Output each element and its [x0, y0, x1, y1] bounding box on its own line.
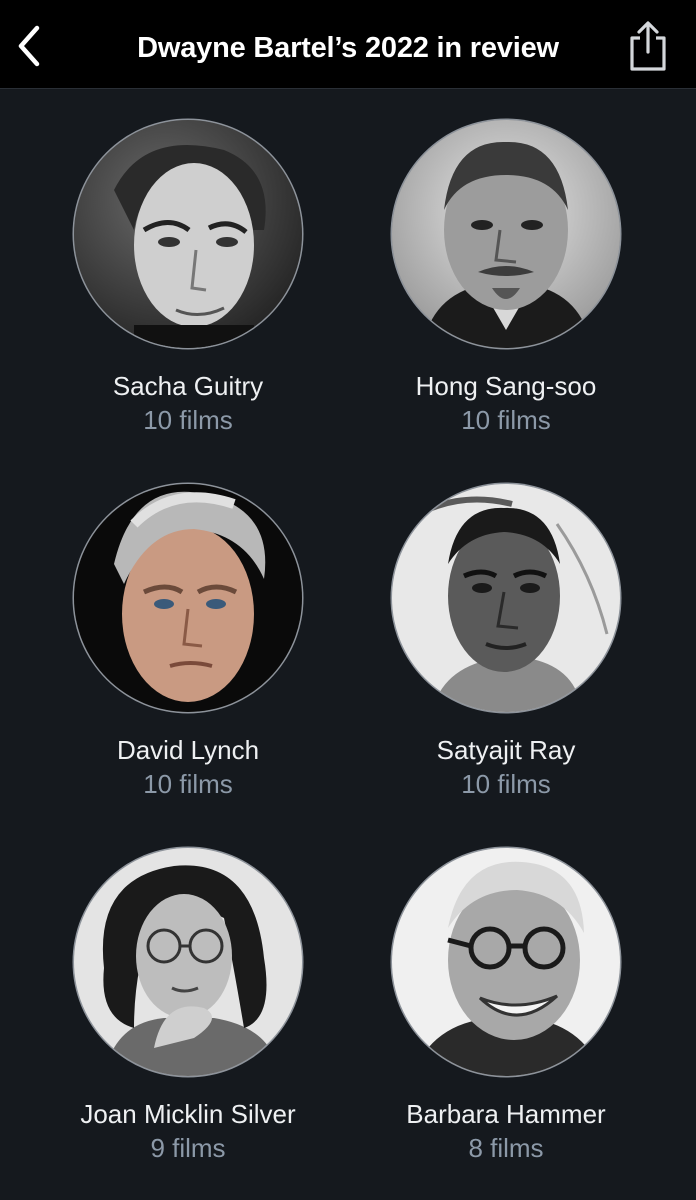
- director-name[interactable]: Joan Micklin Silver: [28, 1098, 348, 1130]
- director-photo[interactable]: [392, 484, 620, 712]
- director-photo[interactable]: [392, 120, 620, 348]
- film-count: 8 films: [468, 1133, 544, 1163]
- director-name[interactable]: Hong Sang-soo: [346, 370, 666, 402]
- film-count: 10 films: [143, 405, 233, 435]
- share-icon: [630, 21, 666, 71]
- director-photo[interactable]: [74, 120, 302, 348]
- film-count: 10 films: [143, 769, 233, 799]
- director-name[interactable]: Barbara Hammer: [346, 1098, 666, 1130]
- film-count: 9 films: [150, 1133, 226, 1163]
- director-name[interactable]: David Lynch: [28, 734, 348, 766]
- director-photo[interactable]: [74, 484, 302, 712]
- film-count: 10 films: [461, 405, 551, 435]
- film-count: 10 films: [461, 769, 551, 799]
- top-bar: Dwayne Bartel’s 2022 in review: [0, 0, 696, 89]
- director-photo[interactable]: [74, 848, 302, 1076]
- director-photo[interactable]: [392, 848, 620, 1076]
- page-title: Dwayne Bartel’s 2022 in review: [137, 31, 559, 64]
- director-name[interactable]: Satyajit Ray: [346, 734, 666, 766]
- share-button[interactable]: [624, 18, 672, 74]
- director-name[interactable]: Sacha Guitry: [28, 370, 348, 402]
- chevron-left-icon: [18, 25, 40, 67]
- back-button[interactable]: [8, 20, 52, 72]
